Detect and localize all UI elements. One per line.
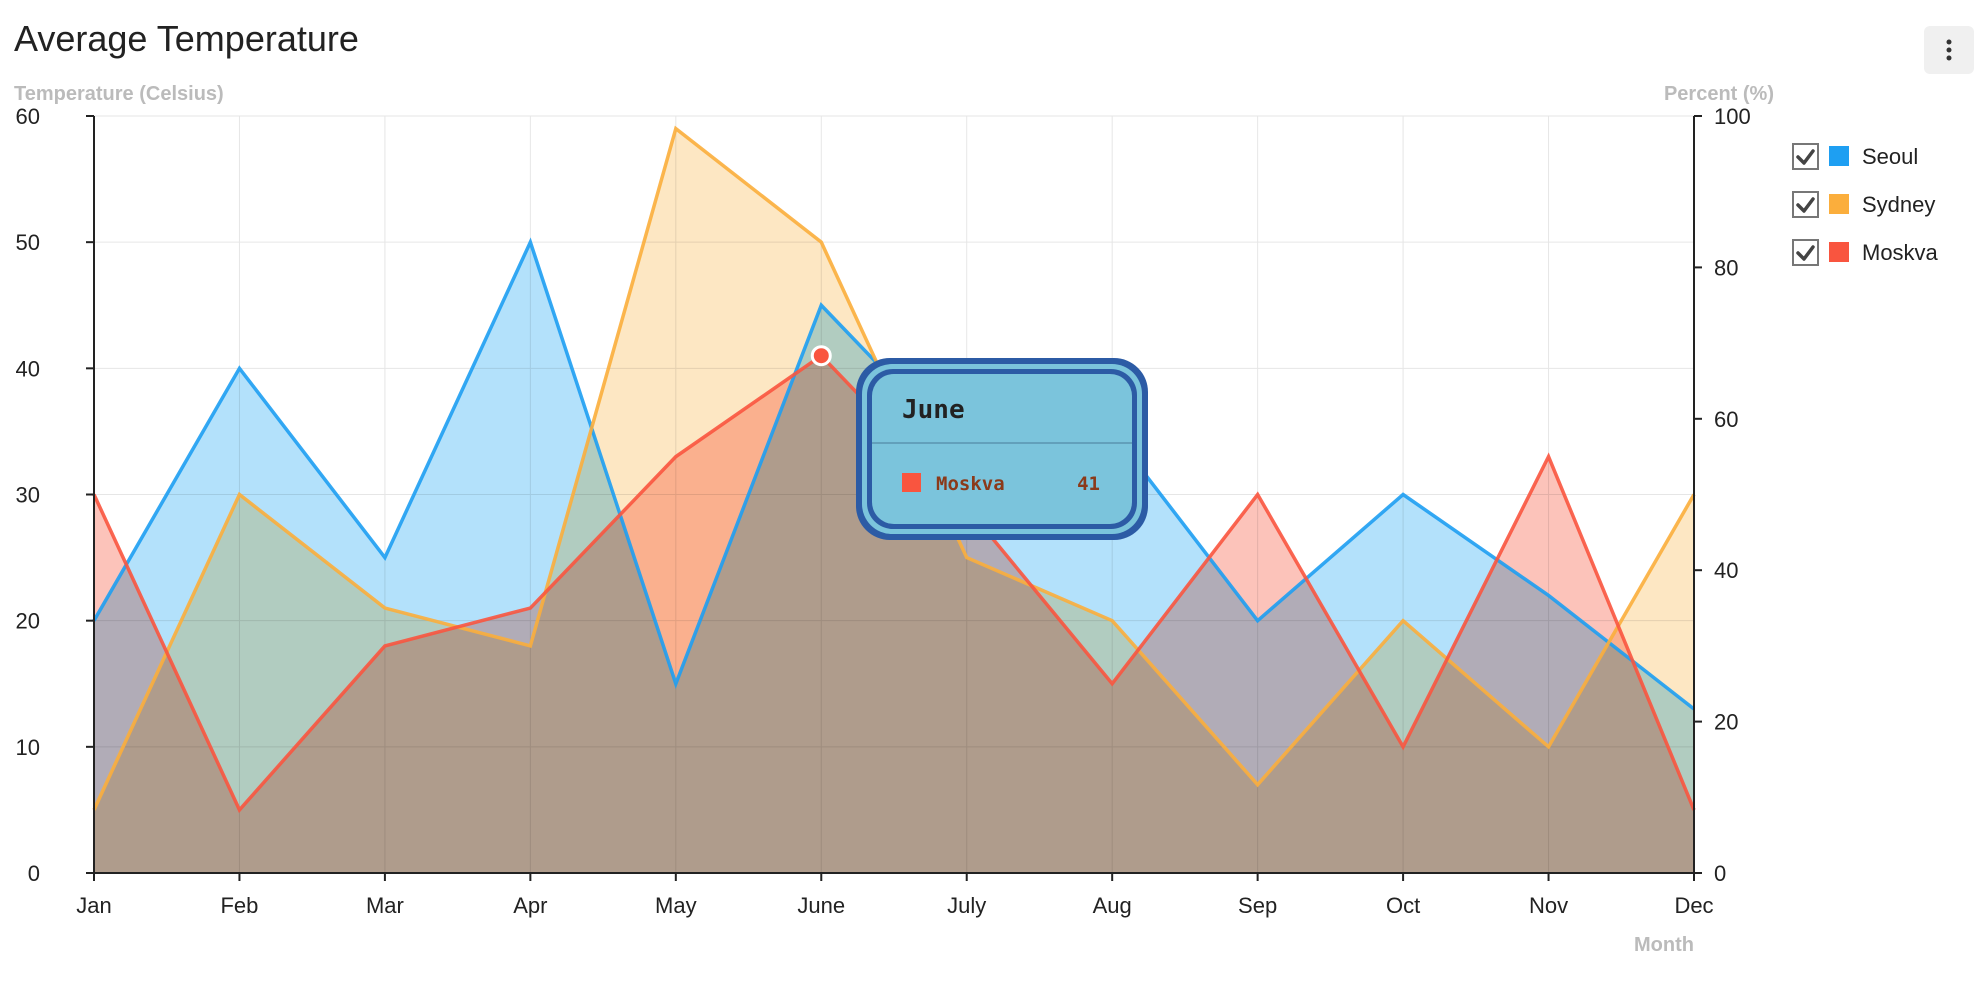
y-left-tick-label-0: 0	[28, 861, 40, 886]
tooltip-series-swatch	[902, 473, 921, 492]
y-left-tick-label-50: 50	[16, 230, 40, 255]
x-tick-label-sep: Sep	[1238, 893, 1277, 918]
legend-label-sydney: Sydney	[1862, 192, 1935, 217]
legend: Seoul Sydney Moskva	[1792, 143, 1939, 266]
y-left-tick-label-30: 30	[16, 483, 40, 508]
x-tick-label-feb: Feb	[220, 893, 258, 918]
y-right-tick-label-0: 0	[1714, 861, 1726, 886]
hover-point-moskva-june[interactable]	[810, 345, 832, 367]
y-right-tick-label-40: 40	[1714, 558, 1738, 583]
legend-label-seoul: Seoul	[1862, 144, 1918, 169]
chart-title: Average Temperature	[14, 18, 359, 59]
legend-swatch-seoul	[1829, 146, 1849, 166]
x-axis-title: Month	[1634, 934, 1694, 956]
legend-item-sydney[interactable]: Sydney	[1792, 191, 1935, 218]
legend-item-seoul[interactable]: Seoul	[1792, 143, 1918, 170]
y-axis-left-title: Temperature (Celsius)	[14, 83, 224, 105]
legend-label-moskva: Moskva	[1862, 240, 1939, 265]
y-right-tick-label-20: 20	[1714, 710, 1738, 735]
chart-menu-button[interactable]	[1924, 26, 1974, 74]
x-tick-label-oct: Oct	[1386, 893, 1420, 918]
y-left-tick-label-10: 10	[16, 735, 40, 760]
x-tick-label-may: May	[655, 893, 697, 918]
tooltip: June Moskva 41	[856, 358, 1148, 540]
x-tick-label-nov: Nov	[1529, 893, 1568, 918]
y-right-tick-label-80: 80	[1714, 255, 1738, 280]
y-left-tick-label-20: 20	[16, 609, 40, 634]
tooltip-series-name: Moskva	[936, 473, 1005, 495]
y-right-tick-label-100: 100	[1714, 104, 1751, 129]
x-tick-label-dec: Dec	[1674, 893, 1713, 918]
x-tick-label-aug: Aug	[1093, 893, 1132, 918]
x-tick-label-june: June	[797, 893, 845, 918]
more-vertical-icon	[1946, 39, 1952, 61]
y-left-tick-label-40: 40	[16, 356, 40, 381]
tooltip-series-value: 41	[1077, 473, 1100, 495]
x-tick-label-mar: Mar	[366, 893, 404, 918]
y-left-tick-label-60: 60	[16, 104, 40, 129]
x-tick-label-jan: Jan	[76, 893, 111, 918]
tooltip-title: June	[902, 395, 965, 425]
x-tick-label-july: July	[947, 893, 986, 918]
y-axis-right-title: Percent (%)	[1664, 83, 1774, 105]
legend-swatch-moskva	[1829, 242, 1849, 262]
y-right-tick-label-60: 60	[1714, 407, 1738, 432]
area-chart: 0 10 20 30 40 50 60 0 20 40 60 80 100 Jan Feb Mar Apr May…	[14, 83, 1939, 956]
hover-point-marker[interactable]	[810, 345, 832, 367]
legend-item-moskva[interactable]: Moskva	[1792, 239, 1939, 266]
x-tick-label-apr: Apr	[513, 893, 547, 918]
legend-swatch-sydney	[1829, 194, 1849, 214]
